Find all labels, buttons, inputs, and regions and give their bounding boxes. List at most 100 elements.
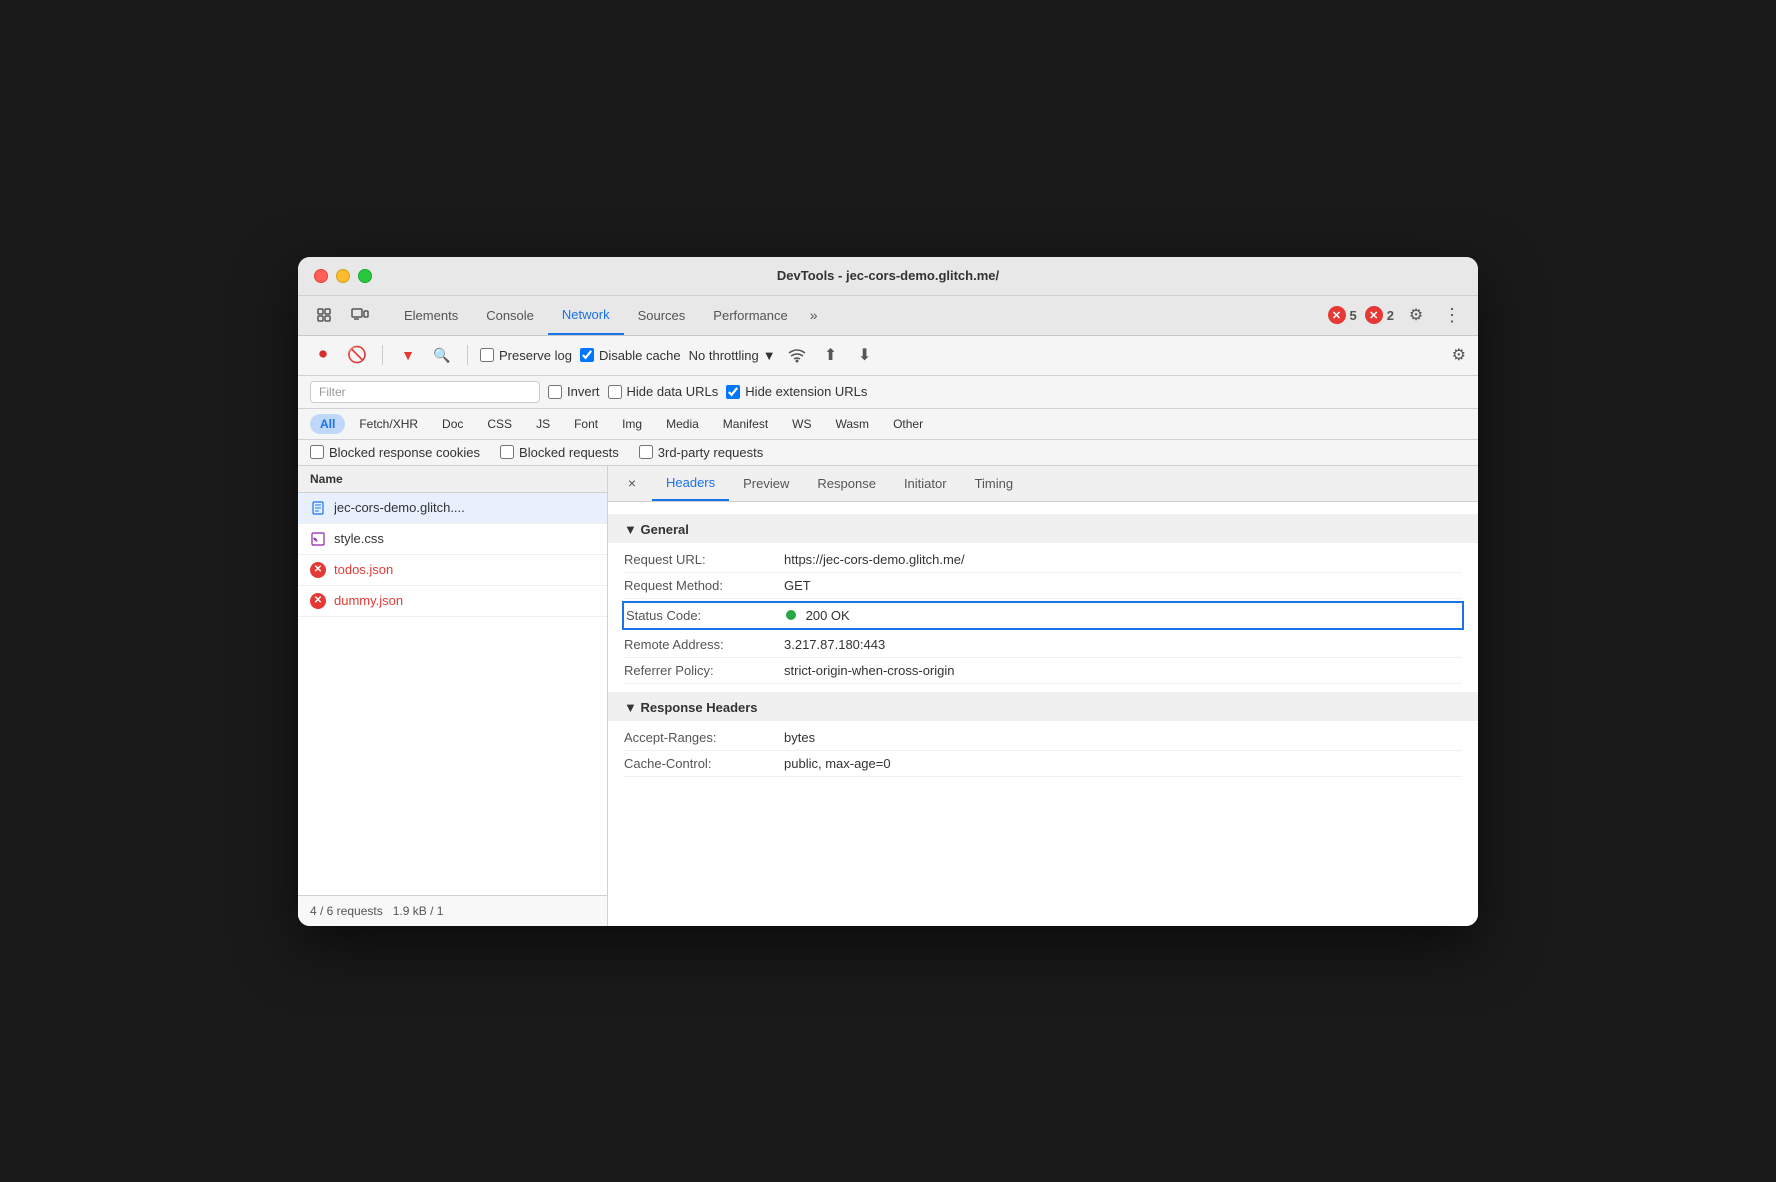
resource-type-wasm[interactable]: Wasm: [826, 414, 880, 434]
css-icon: ✎: [310, 531, 326, 547]
network-settings-button[interactable]: ⚙: [1452, 345, 1466, 365]
search-button[interactable]: 🔍: [429, 342, 455, 368]
file-list: Name jec-cors-demo.glitch.... ✎: [298, 466, 608, 926]
doc-icon: [310, 500, 326, 516]
upload-button[interactable]: ⬆: [818, 342, 844, 368]
more-options-button[interactable]: ⋮: [1438, 301, 1466, 329]
tab-bar: Elements Console Network Sources Perform…: [298, 296, 1478, 336]
filter-input[interactable]: [310, 381, 540, 403]
resource-type-other[interactable]: Other: [883, 414, 933, 434]
invert-checkbox[interactable]: Invert: [548, 384, 600, 399]
hide-data-urls-checkbox[interactable]: Hide data URLs: [608, 384, 719, 399]
third-party-checkbox[interactable]: 3rd-party requests: [639, 445, 764, 460]
tab-response[interactable]: Response: [803, 466, 890, 502]
tab-elements[interactable]: Elements: [390, 295, 472, 335]
throttling-select[interactable]: No throttling ▼: [689, 348, 776, 363]
hide-data-urls-input[interactable]: [608, 385, 622, 399]
preserve-log-input[interactable]: [480, 348, 494, 362]
maximize-button[interactable]: [358, 269, 372, 283]
resource-type-all[interactable]: All: [310, 414, 345, 434]
file-list-footer: 4 / 6 requests 1.9 kB / 1: [298, 895, 607, 926]
preserve-log-checkbox[interactable]: Preserve log: [480, 348, 572, 363]
checkbox-bar: Blocked response cookies Blocked request…: [298, 440, 1478, 466]
referrer-policy-label: Referrer Policy:: [624, 663, 784, 678]
remote-address-label: Remote Address:: [624, 637, 784, 652]
resource-type-manifest[interactable]: Manifest: [713, 414, 778, 434]
resource-type-fetch[interactable]: Fetch/XHR: [349, 414, 428, 434]
device-icon[interactable]: [346, 301, 374, 329]
toolbar: ⏺ 🚫 ▼ 🔍 Preserve log Disable cache No th…: [298, 336, 1478, 376]
remote-address-row: Remote Address: 3.217.87.180:443: [624, 632, 1462, 658]
hide-ext-urls-checkbox[interactable]: Hide extension URLs: [726, 384, 867, 399]
minimize-button[interactable]: [336, 269, 350, 283]
tab-bar-right: ✕ 5 ✕ 2 ⚙ ⋮: [1328, 301, 1466, 329]
file-name: jec-cors-demo.glitch....: [334, 500, 465, 515]
cache-control-value: public, max-age=0: [784, 756, 1462, 771]
third-party-input[interactable]: [639, 445, 653, 459]
tab-sources[interactable]: Sources: [624, 295, 700, 335]
error-count-1: 5: [1350, 308, 1357, 323]
accept-ranges-value: bytes: [784, 730, 1462, 745]
tab-timing[interactable]: Timing: [961, 466, 1028, 502]
status-dot: [786, 610, 796, 620]
accept-ranges-label: Accept-Ranges:: [624, 730, 784, 745]
cursor-icon[interactable]: [310, 301, 338, 329]
devtools-window: DevTools - jec-cors-demo.glitch.me/: [298, 257, 1478, 926]
title-bar: DevTools - jec-cors-demo.glitch.me/: [298, 257, 1478, 296]
list-item[interactable]: ✕ dummy.json: [298, 586, 607, 617]
request-method-label: Request Method:: [624, 578, 784, 593]
error-icon: ✕: [310, 562, 326, 578]
close-button[interactable]: [314, 269, 328, 283]
disable-cache-checkbox[interactable]: Disable cache: [580, 348, 681, 363]
toolbar-divider-2: [467, 345, 468, 365]
referrer-policy-row: Referrer Policy: strict-origin-when-cros…: [624, 658, 1462, 684]
resource-type-media[interactable]: Media: [656, 414, 709, 434]
hide-ext-urls-input[interactable]: [726, 385, 740, 399]
resource-type-js[interactable]: JS: [526, 414, 560, 434]
invert-input[interactable]: [548, 385, 562, 399]
status-code-label: Status Code:: [626, 608, 786, 623]
resource-type-bar: All Fetch/XHR Doc CSS JS Font Img Media …: [298, 409, 1478, 440]
blocked-cookies-input[interactable]: [310, 445, 324, 459]
close-detail-button[interactable]: ×: [620, 471, 644, 495]
tab-preview[interactable]: Preview: [729, 466, 803, 502]
tab-console[interactable]: Console: [472, 295, 548, 335]
window-title: DevTools - jec-cors-demo.glitch.me/: [777, 268, 999, 283]
resource-type-ws[interactable]: WS: [782, 414, 821, 434]
response-headers-section: ▼ Response Headers Accept-Ranges: bytes …: [624, 692, 1462, 777]
resource-type-img[interactable]: Img: [612, 414, 652, 434]
record-button[interactable]: ⏺: [310, 342, 336, 368]
more-tabs-button[interactable]: »: [802, 307, 826, 323]
settings-button[interactable]: ⚙: [1402, 301, 1430, 329]
referrer-policy-value: strict-origin-when-cross-origin: [784, 663, 1462, 678]
tab-initiator[interactable]: Initiator: [890, 466, 961, 502]
file-name: style.css: [334, 531, 384, 546]
filter-bar: Invert Hide data URLs Hide extension URL…: [298, 376, 1478, 409]
resource-type-doc[interactable]: Doc: [432, 414, 473, 434]
blocked-requests-input[interactable]: [500, 445, 514, 459]
file-list-header: Name: [298, 466, 607, 493]
status-code-row: Status Code: 200 OK: [622, 601, 1464, 630]
download-button[interactable]: ⬇: [852, 342, 878, 368]
blocked-cookies-checkbox[interactable]: Blocked response cookies: [310, 445, 480, 460]
blocked-requests-checkbox[interactable]: Blocked requests: [500, 445, 619, 460]
list-item[interactable]: ✕ todos.json: [298, 555, 607, 586]
error-icon: ✕: [310, 593, 326, 609]
request-url-label: Request URL:: [624, 552, 784, 567]
tab-headers[interactable]: Headers: [652, 466, 729, 502]
response-section-header: ▼ Response Headers: [608, 692, 1478, 721]
filter-button[interactable]: ▼: [395, 342, 421, 368]
disable-cache-input[interactable]: [580, 348, 594, 362]
wifi-icon[interactable]: [784, 342, 810, 368]
cache-control-row: Cache-Control: public, max-age=0: [624, 751, 1462, 777]
tab-network[interactable]: Network: [548, 295, 624, 335]
file-name: dummy.json: [334, 593, 403, 608]
request-url-value: https://jec-cors-demo.glitch.me/: [784, 552, 1462, 567]
resource-type-css[interactable]: CSS: [477, 414, 522, 434]
list-item[interactable]: jec-cors-demo.glitch....: [298, 493, 607, 524]
clear-button[interactable]: 🚫: [344, 342, 370, 368]
resource-type-font[interactable]: Font: [564, 414, 608, 434]
request-method-row: Request Method: GET: [624, 573, 1462, 599]
list-item[interactable]: ✎ style.css: [298, 524, 607, 555]
tab-performance[interactable]: Performance: [699, 295, 801, 335]
